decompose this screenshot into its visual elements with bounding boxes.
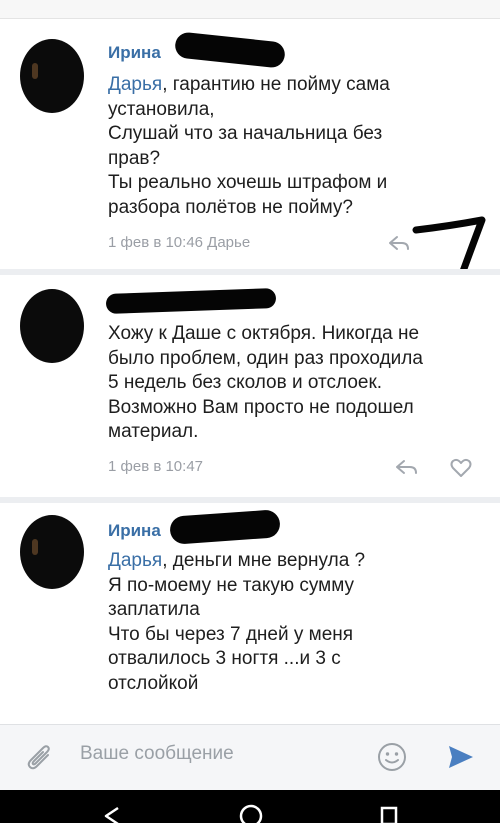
home-icon[interactable] xyxy=(238,802,264,823)
comment-meta: 1 фев в 10:46 Дарье xyxy=(108,234,251,251)
avatar[interactable] xyxy=(20,39,84,113)
mention-link[interactable]: Дарья xyxy=(108,550,162,571)
avatar[interactable] xyxy=(20,515,84,589)
comment-meta: 1 фев в 10:47 xyxy=(108,458,204,475)
comment-text: Дарья, гарантию не пойму сама установила… xyxy=(108,74,390,218)
avatar[interactable] xyxy=(20,289,84,363)
reply-icon[interactable] xyxy=(388,234,410,252)
recent-apps-icon[interactable] xyxy=(378,804,400,823)
comment-text: Хожу к Даше с октября. Никогда не было п… xyxy=(108,323,423,442)
send-icon[interactable] xyxy=(446,742,476,772)
message-input[interactable]: Ваше сообщение xyxy=(80,743,234,765)
reply-icon[interactable] xyxy=(394,458,418,476)
mention-link[interactable]: Дарья xyxy=(108,74,162,95)
system-navigation-bar xyxy=(0,790,500,824)
smile-icon[interactable] xyxy=(376,741,408,773)
comment-text: Дарья, деньги мне вернула ? Я по-моему н… xyxy=(108,550,366,694)
message-composer: Ваше сообщение xyxy=(0,724,500,791)
comment-2: Хожу к Даше с октября. Никогда не было п… xyxy=(0,275,500,497)
heart-icon[interactable] xyxy=(450,458,472,478)
comment-author[interactable]: Ирина xyxy=(108,43,161,63)
back-icon[interactable] xyxy=(100,804,124,824)
previous-comment-edge xyxy=(0,0,500,19)
comment-3: Ирина Дарья, деньги мне вернула ? Я по-м… xyxy=(0,503,500,724)
paperclip-icon[interactable] xyxy=(26,743,54,773)
redaction-scribble xyxy=(173,31,287,69)
redaction-scribble xyxy=(169,509,281,545)
redaction-scribble xyxy=(105,288,277,314)
comment-author[interactable]: Ирина xyxy=(108,521,161,541)
